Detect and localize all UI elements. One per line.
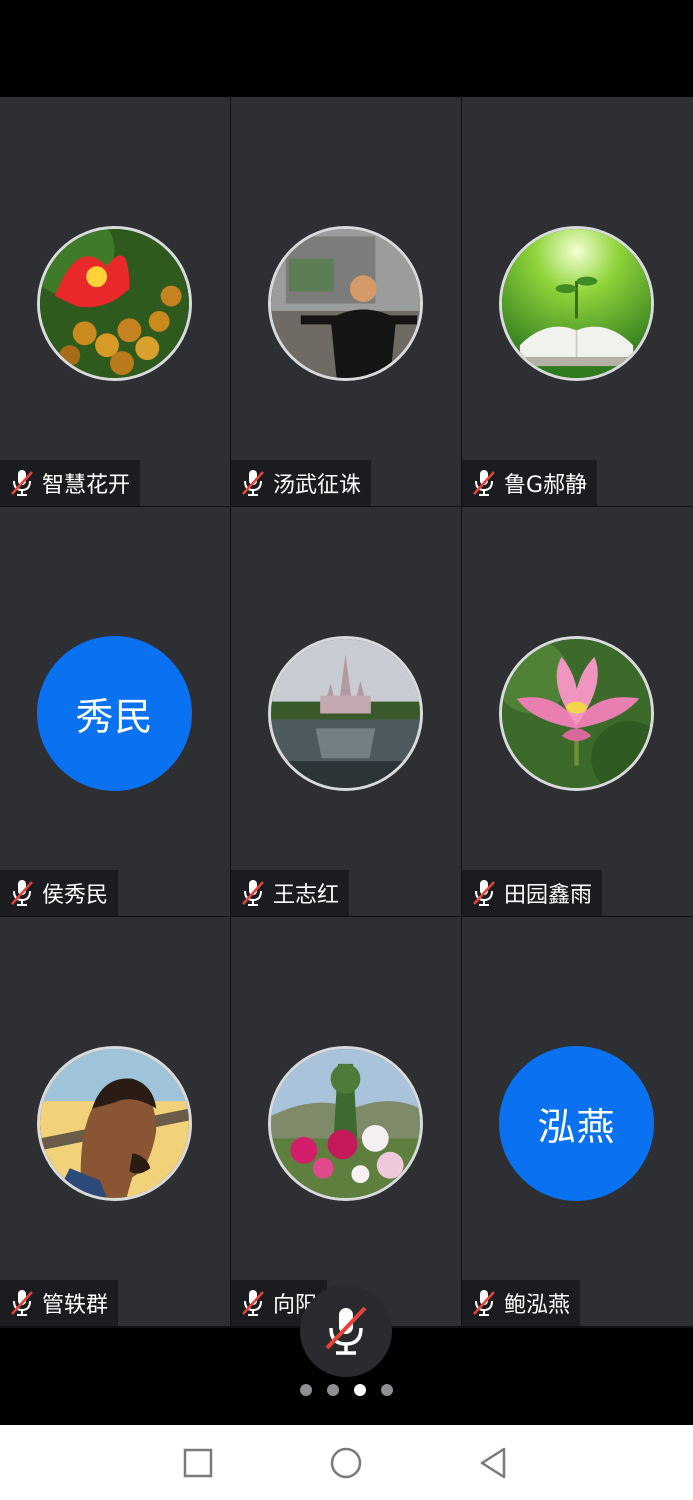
participant-tile[interactable]: 管轶群: [0, 917, 230, 1326]
mic-muted-icon: [325, 1306, 367, 1355]
mic-muted-icon: [11, 1290, 33, 1316]
avatar-text: 泓燕: [537, 1105, 616, 1149]
mic-muted-icon: [242, 880, 264, 906]
mute-toggle-button[interactable]: [300, 1285, 392, 1377]
mic-muted-icon: [473, 880, 495, 906]
participant-tile[interactable]: 泓燕 鲍泓燕: [462, 917, 693, 1326]
participant-name-tag: 侯秀民: [0, 870, 119, 916]
participant-name-tag: 汤武征诛: [231, 460, 372, 506]
avatar-initials: 泓燕: [499, 1046, 654, 1201]
avatar-basketball-player-art: [37, 1046, 192, 1201]
recents-button[interactable]: [178, 1443, 218, 1483]
home-button[interactable]: [326, 1443, 366, 1483]
participant-tile[interactable]: 汤武征诛: [231, 97, 461, 506]
page-indicator[interactable]: [0, 1384, 693, 1396]
avatar-flower-fruit-photo: [37, 226, 192, 381]
page-dot[interactable]: [300, 1384, 312, 1396]
page-dot[interactable]: [381, 1384, 393, 1396]
participant-tile[interactable]: 鲁G郝静: [462, 97, 693, 506]
participant-name: 智慧花开: [42, 473, 131, 498]
system-nav-bar: [0, 1425, 693, 1500]
participant-name-tag: 鲁G郝静: [462, 460, 598, 506]
avatar-book-plant-photo: [499, 226, 654, 381]
triangle-back-icon: [480, 1447, 506, 1479]
participant-name-tag: 智慧花开: [0, 460, 141, 506]
participant-name: 管轶群: [42, 1293, 109, 1318]
avatar-pink-flowers-photo: [268, 1046, 423, 1201]
back-button[interactable]: [474, 1443, 514, 1483]
avatar-man-photo: [268, 226, 423, 381]
participant-name: 田园鑫雨: [504, 883, 593, 908]
avatar-castle-photo: [268, 636, 423, 791]
mic-muted-icon: [11, 880, 33, 906]
avatar-initials: 秀民: [37, 636, 192, 791]
participant-name-tag: 管轶群: [0, 1280, 119, 1326]
participant-name-tag: 田园鑫雨: [462, 870, 603, 916]
mic-muted-icon: [242, 1290, 264, 1316]
participant-name-tag: 王志红: [231, 870, 350, 916]
participant-tile[interactable]: 王志红: [231, 507, 461, 916]
avatar-lotus-photo: [499, 636, 654, 791]
mic-muted-icon: [473, 470, 495, 496]
participant-grid: 智慧花开 汤武征诛 鲁G郝静 秀民 侯秀民 王志红 田园鑫雨 管轶群 向阳 泓燕…: [0, 97, 693, 1328]
page-dot-current[interactable]: [354, 1384, 366, 1396]
participant-tile[interactable]: 向阳: [231, 917, 461, 1326]
mic-muted-icon: [473, 1290, 495, 1316]
participant-tile[interactable]: 田园鑫雨: [462, 507, 693, 916]
page-dot[interactable]: [327, 1384, 339, 1396]
mic-muted-icon: [242, 470, 264, 496]
meeting-screen: 智慧花开 汤武征诛 鲁G郝静 秀民 侯秀民 王志红 田园鑫雨 管轶群 向阳 泓燕…: [0, 0, 693, 1500]
circle-home-icon: [330, 1447, 362, 1479]
square-recents-icon: [183, 1448, 213, 1478]
participant-name: 鲁G郝静: [504, 473, 588, 498]
participant-name-tag: 鲍泓燕: [462, 1280, 581, 1326]
participant-name: 鲍泓燕: [504, 1293, 571, 1318]
participant-name: 侯秀民: [42, 883, 109, 908]
participant-name: 王志红: [273, 883, 340, 908]
participant-tile[interactable]: 秀民 侯秀民: [0, 507, 230, 916]
mic-muted-icon: [11, 470, 33, 496]
participant-name: 汤武征诛: [273, 473, 362, 498]
avatar-text: 秀民: [75, 695, 154, 739]
participant-tile[interactable]: 智慧花开: [0, 97, 230, 506]
